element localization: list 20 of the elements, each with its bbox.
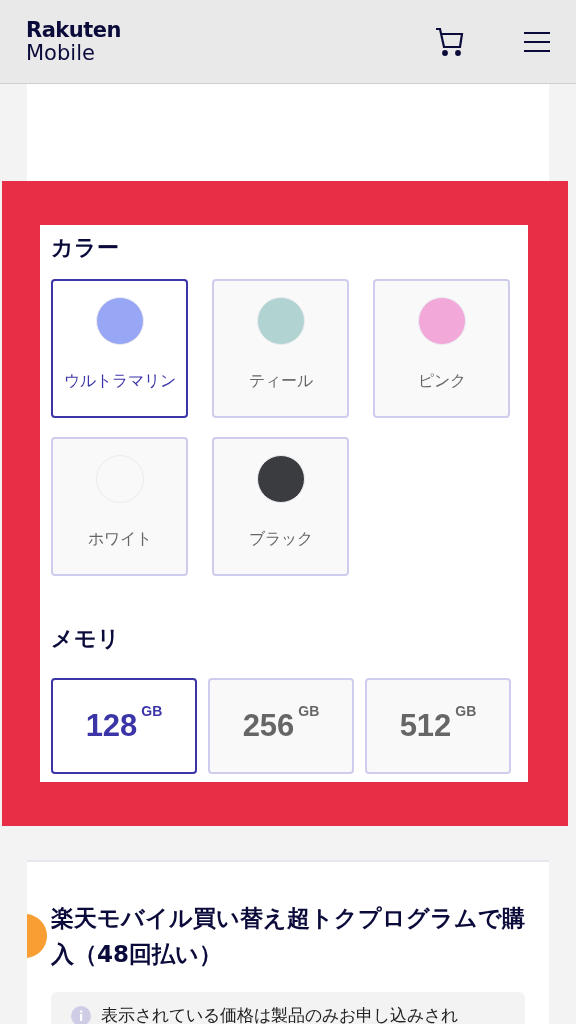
program-title: 楽天モバイル買い替え超トクプログラムで購入（48回払い） [51, 904, 525, 969]
color-option[interactable]: ブラック [212, 437, 349, 576]
color-option[interactable]: ピンク [373, 279, 510, 418]
info-text: 表示されている価格は製品のみお申し込みされ [101, 1004, 458, 1024]
color-option[interactable]: ティール [212, 279, 349, 418]
menu-icon [524, 30, 550, 53]
color-label: ピンク [417, 370, 466, 391]
section-title: メモリ [51, 625, 121, 653]
cart-icon [434, 25, 466, 58]
color-label: ウルトラマリン [63, 370, 176, 391]
color-option[interactable]: ウルトラマリン [51, 279, 188, 418]
logo-subtext: Mobile [26, 42, 96, 64]
menu-button[interactable] [524, 30, 550, 53]
color-label: ブラック [248, 528, 313, 549]
color-label: ティール [248, 370, 313, 391]
color-option[interactable]: ホワイト [51, 437, 188, 576]
section-title: カラー [51, 234, 120, 262]
color-label: ホワイト [87, 528, 152, 549]
logo-text: Rakuten [26, 19, 121, 41]
cart-button[interactable] [434, 25, 466, 58]
